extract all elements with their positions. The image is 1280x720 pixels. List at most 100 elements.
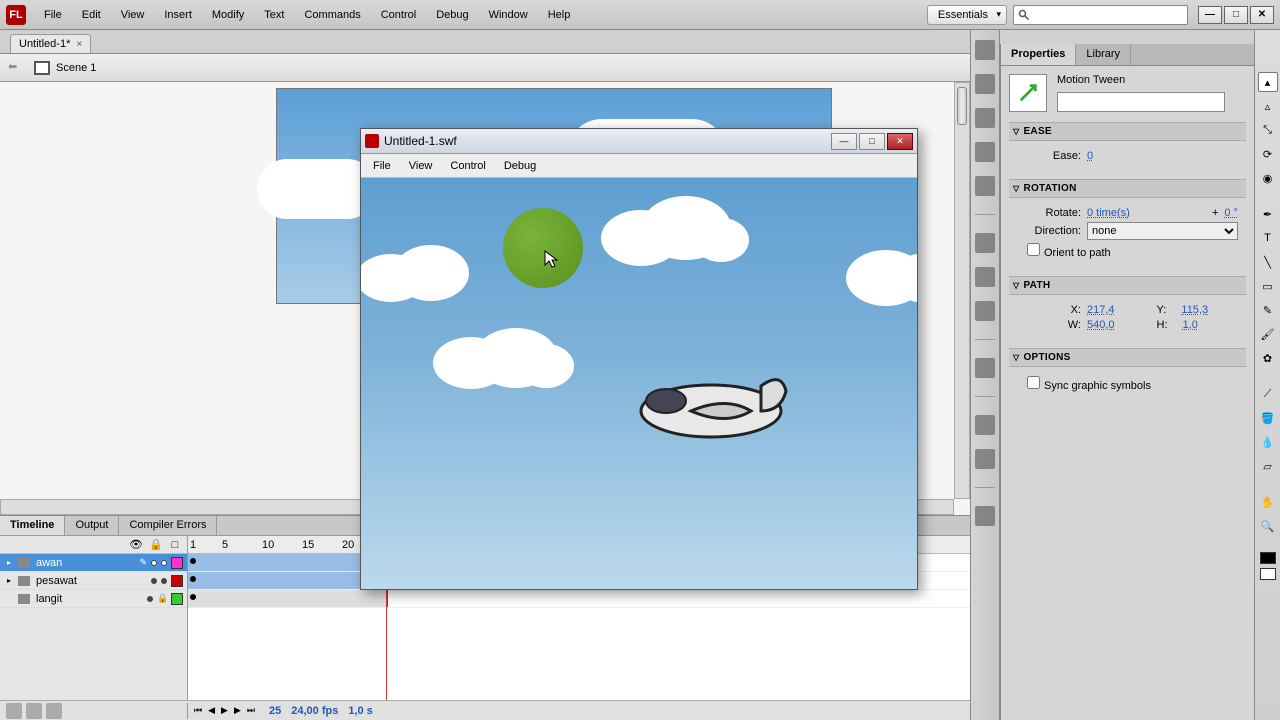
menu-window[interactable]: Window bbox=[479, 5, 538, 25]
swf-titlebar[interactable]: Untitled-1.swf — □ ✕ bbox=[361, 129, 917, 154]
dock-icon[interactable] bbox=[975, 108, 995, 128]
dock-icon[interactable] bbox=[975, 301, 995, 321]
dock-icon[interactable] bbox=[975, 358, 995, 378]
menu-help[interactable]: Help bbox=[538, 5, 581, 25]
tab-library[interactable]: Library bbox=[1076, 44, 1131, 65]
eraser-tool-icon[interactable]: ▱ bbox=[1258, 456, 1278, 476]
dock-icon[interactable] bbox=[975, 415, 995, 435]
workspace-switcher[interactable]: Essentials bbox=[927, 5, 1007, 25]
h-value[interactable]: 1,0 bbox=[1183, 319, 1198, 331]
layer-name[interactable]: pesawat bbox=[34, 575, 147, 587]
play-icon[interactable]: ▶ bbox=[219, 705, 230, 716]
goto-first-icon[interactable]: ⏮ bbox=[192, 705, 204, 716]
back-arrow-icon[interactable]: ⬅ bbox=[8, 60, 24, 76]
window-maximize-button[interactable]: □ bbox=[1224, 6, 1248, 24]
dock-icon[interactable] bbox=[975, 506, 995, 526]
window-minimize-button[interactable]: — bbox=[1198, 6, 1222, 24]
swf-menu-control[interactable]: Control bbox=[441, 157, 494, 175]
menu-insert[interactable]: Insert bbox=[154, 5, 202, 25]
x-value[interactable]: 217,4 bbox=[1087, 304, 1115, 316]
layer-color-swatch[interactable] bbox=[171, 593, 183, 605]
layer-row[interactable]: ▸ pesawat bbox=[0, 572, 187, 590]
menu-file[interactable]: File bbox=[34, 5, 72, 25]
goto-last-icon[interactable]: ⏭ bbox=[245, 705, 257, 716]
w-value[interactable]: 540,0 bbox=[1087, 319, 1115, 331]
hand-tool-icon[interactable]: ✋ bbox=[1258, 492, 1278, 512]
dock-icon[interactable] bbox=[975, 74, 995, 94]
step-fwd-icon[interactable]: ▶ bbox=[232, 705, 243, 716]
swf-menu-debug[interactable]: Debug bbox=[495, 157, 545, 175]
sync-checkbox[interactable] bbox=[1027, 376, 1040, 389]
y-value[interactable]: 115,3 bbox=[1181, 304, 1208, 316]
text-tool-icon[interactable]: T bbox=[1258, 228, 1278, 248]
delete-layer-button[interactable] bbox=[46, 703, 62, 719]
tab-compiler-errors[interactable]: Compiler Errors bbox=[119, 516, 217, 535]
dock-icon[interactable] bbox=[975, 449, 995, 469]
ease-value[interactable]: 0 bbox=[1087, 150, 1093, 162]
layer-row[interactable]: ▸ awan ✎ bbox=[0, 554, 187, 572]
orient-checkbox[interactable] bbox=[1027, 243, 1040, 256]
swf-maximize-button[interactable]: □ bbox=[859, 133, 885, 150]
menu-view[interactable]: View bbox=[111, 5, 155, 25]
section-options-header[interactable]: OPTIONS bbox=[1009, 348, 1246, 367]
rotate-degree-value[interactable]: 0 ° bbox=[1224, 207, 1238, 219]
deco-tool-icon[interactable]: ✿ bbox=[1258, 348, 1278, 368]
dock-icon[interactable] bbox=[975, 233, 995, 253]
line-tool-icon[interactable]: ╲ bbox=[1258, 252, 1278, 272]
step-back-icon[interactable]: ◀ bbox=[206, 705, 217, 716]
stroke-swatch[interactable] bbox=[1260, 552, 1276, 564]
eye-column-icon[interactable]: 👁 bbox=[129, 538, 141, 551]
outline-column-icon[interactable]: □ bbox=[169, 539, 181, 551]
lasso-tool-icon[interactable]: ◉ bbox=[1258, 168, 1278, 188]
pen-tool-icon[interactable]: ✒ bbox=[1258, 204, 1278, 224]
rectangle-tool-icon[interactable]: ▭ bbox=[1258, 276, 1278, 296]
instance-name-input[interactable] bbox=[1057, 92, 1225, 112]
menu-modify[interactable]: Modify bbox=[202, 5, 254, 25]
fill-swatch[interactable] bbox=[1260, 568, 1276, 580]
subselection-tool-icon[interactable]: ▵ bbox=[1258, 96, 1278, 116]
new-layer-button[interactable] bbox=[6, 703, 22, 719]
free-transform-tool-icon[interactable]: ⤡ bbox=[1258, 120, 1278, 140]
sync-checkbox-label[interactable]: Sync graphic symbols bbox=[1027, 376, 1151, 392]
paint-bucket-tool-icon[interactable]: 🪣 bbox=[1258, 408, 1278, 428]
brush-tool-icon[interactable]: 🖌 bbox=[1258, 324, 1278, 344]
pencil-tool-icon[interactable]: ✎ bbox=[1258, 300, 1278, 320]
eyedropper-tool-icon[interactable]: 💧 bbox=[1258, 432, 1278, 452]
dock-icon[interactable] bbox=[975, 40, 995, 60]
document-tab[interactable]: Untitled-1* × bbox=[10, 34, 91, 53]
search-field[interactable] bbox=[1013, 5, 1188, 25]
dock-icon[interactable] bbox=[975, 176, 995, 196]
vertical-scrollbar[interactable] bbox=[954, 82, 970, 499]
tab-timeline[interactable]: Timeline bbox=[0, 516, 65, 535]
rotate-value[interactable]: 0 time(s) bbox=[1087, 207, 1130, 219]
swf-close-button[interactable]: ✕ bbox=[887, 133, 913, 150]
layer-name[interactable]: awan bbox=[34, 557, 135, 569]
orient-checkbox-label[interactable]: Orient to path bbox=[1027, 243, 1111, 259]
menu-debug[interactable]: Debug bbox=[426, 5, 478, 25]
layer-color-swatch[interactable] bbox=[171, 557, 183, 569]
lock-icon[interactable]: 🔒 bbox=[157, 593, 167, 604]
swf-minimize-button[interactable]: — bbox=[831, 133, 857, 150]
zoom-tool-icon[interactable]: 🔍 bbox=[1258, 516, 1278, 536]
dock-icon[interactable] bbox=[975, 142, 995, 162]
direction-select[interactable]: none bbox=[1087, 222, 1238, 240]
menu-edit[interactable]: Edit bbox=[72, 5, 111, 25]
menu-text[interactable]: Text bbox=[254, 5, 294, 25]
close-tab-icon[interactable]: × bbox=[76, 39, 82, 50]
scene-label[interactable]: Scene 1 bbox=[56, 62, 96, 74]
lock-column-icon[interactable]: 🔒 bbox=[149, 538, 161, 551]
new-folder-button[interactable] bbox=[26, 703, 42, 719]
swf-menu-view[interactable]: View bbox=[400, 157, 442, 175]
dock-icon[interactable] bbox=[975, 267, 995, 287]
layer-color-swatch[interactable] bbox=[171, 575, 183, 587]
menu-control[interactable]: Control bbox=[371, 5, 426, 25]
window-close-button[interactable]: ✕ bbox=[1250, 6, 1274, 24]
bone-tool-icon[interactable]: ⟋ bbox=[1258, 384, 1278, 404]
tab-output[interactable]: Output bbox=[65, 516, 119, 535]
layer-name[interactable]: langit bbox=[34, 593, 143, 605]
section-path-header[interactable]: PATH bbox=[1009, 276, 1246, 295]
layer-row[interactable]: langit 🔒 bbox=[0, 590, 187, 608]
selection-tool-icon[interactable]: ▴ bbox=[1258, 72, 1278, 92]
menu-commands[interactable]: Commands bbox=[294, 5, 370, 25]
tab-properties[interactable]: Properties bbox=[1001, 44, 1076, 65]
